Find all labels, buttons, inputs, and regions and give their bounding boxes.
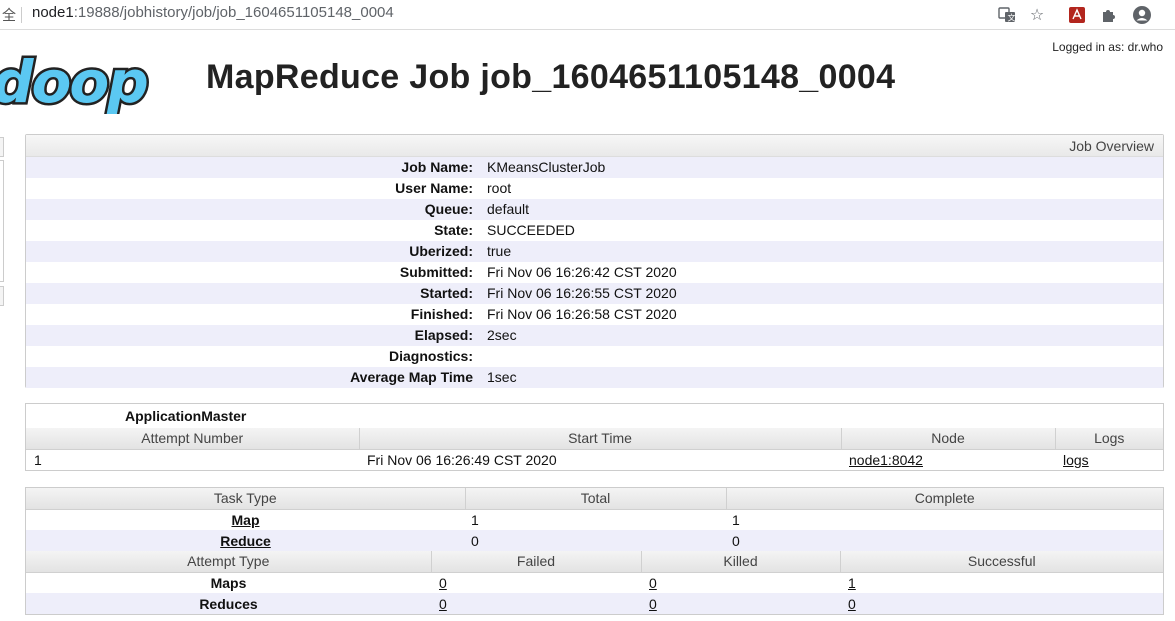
- nav-collapsed-tools[interactable]: [0, 286, 4, 306]
- maps-successful-link[interactable]: 1: [848, 575, 856, 591]
- star-icon[interactable]: ☆: [1026, 4, 1048, 26]
- overview-row-queue: Queue: default: [26, 199, 1163, 220]
- task-type-table: Task Type Total Complete Map 1 1 Reduce …: [26, 488, 1163, 551]
- overview-label: Diagnostics:: [388, 348, 473, 364]
- overview-value: Fri Nov 06 16:26:42 CST 2020: [487, 264, 677, 280]
- reduce-complete: 0: [732, 532, 740, 549]
- table-row: Reduces 0 0 0: [26, 593, 1163, 614]
- table-header-row: Attempt Type Failed Killed Successful: [26, 551, 1163, 573]
- attempt-start-time: Fri Nov 06 16:26:49 CST 2020: [367, 451, 557, 468]
- table-header-row: Attempt Number Start Time Node Logs: [26, 428, 1163, 450]
- reduces-killed-link[interactable]: 0: [649, 596, 657, 612]
- overview-value: SUCCEEDED: [487, 222, 575, 238]
- overview-value: Fri Nov 06 16:26:58 CST 2020: [487, 306, 677, 322]
- address-separator: [21, 7, 22, 23]
- col-logs[interactable]: Logs: [1055, 428, 1163, 450]
- overview-label: Uberized:: [409, 243, 473, 259]
- overview-value: Fri Nov 06 16:26:55 CST 2020: [487, 285, 677, 301]
- overview-label: Finished:: [410, 306, 473, 322]
- nav-collapsed-panel: [0, 160, 4, 282]
- extensions-icon[interactable]: [1098, 4, 1120, 26]
- overview-row-submitted: Submitted: Fri Nov 06 16:26:42 CST 2020: [26, 262, 1163, 283]
- task-summary-panel: Task Type Total Complete Map 1 1 Reduce …: [25, 487, 1164, 615]
- overview-label: Queue:: [424, 201, 473, 217]
- col-complete: Complete: [726, 488, 1163, 510]
- overview-label: User Name:: [395, 180, 473, 196]
- nav-collapsed-header[interactable]: [0, 137, 4, 157]
- overview-row-job-name: Job Name: KMeansClusterJob: [26, 157, 1163, 178]
- job-overview-rows: Job Name: KMeansClusterJob User Name: root…: [26, 157, 1163, 388]
- account-icon[interactable]: [1131, 4, 1153, 26]
- node-link[interactable]: node1:8042: [849, 452, 923, 468]
- col-killed: Killed: [641, 551, 841, 573]
- overview-label: Elapsed:: [414, 327, 473, 343]
- reduce-total: 0: [471, 532, 479, 549]
- table-header-row: Task Type Total Complete: [26, 488, 1163, 510]
- application-master-table: Attempt Number Start Time Node Logs 1 Fr…: [26, 428, 1163, 470]
- pdf-icon[interactable]: [1066, 4, 1088, 26]
- col-attempt-number[interactable]: Attempt Number: [26, 428, 360, 450]
- overview-label: Submitted:: [399, 264, 473, 280]
- col-failed: Failed: [431, 551, 642, 573]
- overview-value: true: [487, 243, 512, 259]
- overview-label: State:: [434, 222, 473, 238]
- svg-text:文: 文: [1008, 13, 1016, 23]
- map-total: 1: [471, 511, 479, 528]
- overview-row-elapsed: Elapsed: 2sec: [26, 325, 1163, 346]
- job-overview-heading[interactable]: Job Overview: [26, 135, 1163, 157]
- overview-value: 2sec: [487, 327, 517, 343]
- col-successful: Successful: [840, 551, 1163, 573]
- url-path: :19888/jobhistory/job/job_1604651105148_…: [73, 4, 394, 21]
- attempt-number: 1: [34, 451, 42, 468]
- job-overview-panel: Job Overview Job Name: KMeansClusterJob U…: [25, 134, 1164, 388]
- overview-value: 1sec: [487, 369, 517, 385]
- overview-value: KMeansClusterJob: [487, 159, 606, 175]
- col-start-time[interactable]: Start Time: [359, 428, 842, 450]
- overview-row-average-map-time: Average Map Time 1sec: [26, 367, 1163, 388]
- application-master-title: ApplicationMaster: [125, 408, 247, 424]
- translate-icon[interactable]: 文: [996, 4, 1018, 26]
- overview-row-diagnostics: Diagnostics:: [26, 346, 1163, 367]
- hadoop-logo[interactable]: doop doop: [0, 46, 152, 119]
- maps-killed-link[interactable]: 0: [649, 575, 657, 591]
- table-row: Maps 0 0 1: [26, 572, 1163, 593]
- overview-row-user-name: User Name: root: [26, 178, 1163, 199]
- map-complete: 1: [732, 511, 740, 528]
- overview-value: root: [487, 180, 512, 196]
- attempt-type-maps: Maps: [210, 574, 247, 591]
- overview-row-finished: Finished: Fri Nov 06 16:26:58 CST 2020: [26, 304, 1163, 325]
- table-row: Map 1 1: [26, 509, 1163, 530]
- browser-address-bar: 全 node1:19888/jobhistory/job/job_1604651…: [0, 0, 1175, 30]
- col-node[interactable]: Node: [841, 428, 1056, 450]
- application-master-panel: ApplicationMaster Attempt Number Start T…: [25, 403, 1164, 471]
- reduce-tasks-link[interactable]: Reduce: [220, 533, 271, 549]
- attempt-type-reduces: Reduces: [199, 595, 258, 612]
- col-total: Total: [465, 488, 727, 510]
- page-title: MapReduce Job job_1604651105148_0004: [206, 58, 896, 96]
- table-row: 1 Fri Nov 06 16:26:49 CST 2020 node1:804…: [26, 449, 1163, 470]
- attempt-type-table: Attempt Type Failed Killed Successful Ma…: [26, 551, 1163, 614]
- overview-label: Started:: [420, 285, 473, 301]
- table-row: Reduce 0 0: [26, 530, 1163, 551]
- overview-row-started: Started: Fri Nov 06 16:26:55 CST 2020: [26, 283, 1163, 304]
- overview-label: Average Map Time: [350, 369, 473, 385]
- overview-value: default: [487, 201, 530, 217]
- overview-row-state: State: SUCCEEDED: [26, 220, 1163, 241]
- reduces-successful-link[interactable]: 0: [848, 596, 856, 612]
- site-info-label[interactable]: 全: [2, 5, 16, 25]
- overview-row-uberized: Uberized: true: [26, 241, 1163, 262]
- logo-text: doop: [0, 50, 147, 114]
- col-task-type: Task Type: [26, 488, 466, 510]
- url-field[interactable]: node1:19888/jobhistory/job/job_160465110…: [32, 4, 394, 21]
- reduces-failed-link[interactable]: 0: [439, 596, 447, 612]
- maps-failed-link[interactable]: 0: [439, 575, 447, 591]
- overview-label: Job Name:: [401, 159, 473, 175]
- col-attempt-type: Attempt Type: [26, 551, 432, 573]
- logged-in-label: Logged in as: dr.who: [1052, 40, 1163, 54]
- map-tasks-link[interactable]: Map: [232, 512, 260, 528]
- logs-link[interactable]: logs: [1063, 452, 1089, 468]
- url-host: node1: [32, 4, 74, 21]
